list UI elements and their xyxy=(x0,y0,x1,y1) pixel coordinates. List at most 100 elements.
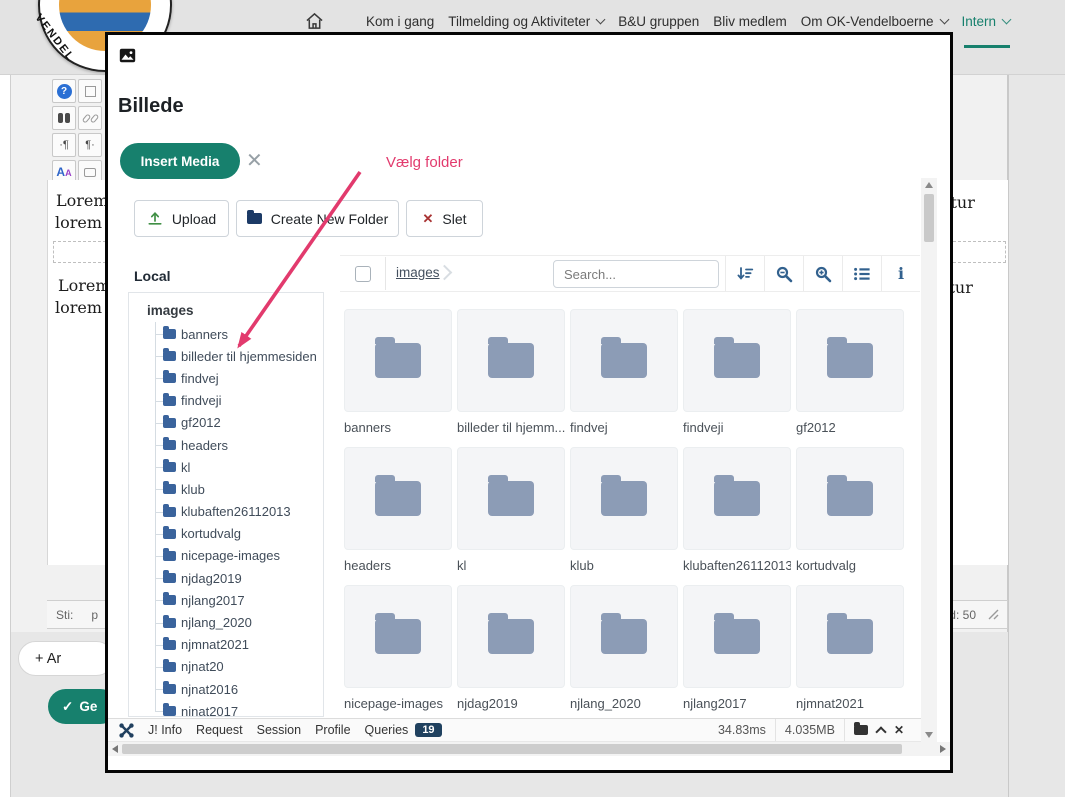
folder-tile[interactable]: banners xyxy=(344,309,452,435)
editor-unlink-button[interactable] xyxy=(78,106,102,130)
broken-link-icon xyxy=(84,114,97,123)
editor-find-button[interactable] xyxy=(52,106,76,130)
tree-item[interactable]: njmnat2021 xyxy=(163,634,317,656)
tree-item[interactable]: klub xyxy=(163,478,317,500)
article-button-label: + Ar xyxy=(35,651,61,667)
tree-item-label: njmnat2021 xyxy=(181,637,249,652)
info-button[interactable]: i xyxy=(881,256,920,291)
zoom-in-button[interactable] xyxy=(803,256,842,291)
folder-open-icon[interactable] xyxy=(854,725,868,735)
info-icon: i xyxy=(898,266,904,282)
article-button[interactable]: + Ar xyxy=(18,641,114,676)
vscroll-thumb[interactable] xyxy=(924,194,934,242)
tree-item[interactable]: billeder til hjemmesiden xyxy=(163,345,317,367)
tree-item[interactable]: njnat2017 xyxy=(163,700,317,717)
upload-icon xyxy=(147,211,163,226)
tree-item[interactable]: banners xyxy=(163,323,317,345)
editor-ltr-button[interactable]: ·¶ xyxy=(52,133,76,157)
nav-item-0[interactable]: Kom i gang xyxy=(366,14,434,29)
debug-link[interactable]: Queries xyxy=(365,723,409,737)
debug-metrics: 34.83ms 4.035MB ✕ xyxy=(709,719,913,741)
tree-item[interactable]: njlang_2020 xyxy=(163,611,317,633)
folder-tile[interactable]: findvej xyxy=(570,309,678,435)
folder-tile-label: kortudvalg xyxy=(796,558,904,573)
debug-link[interactable]: J! Info xyxy=(148,723,182,737)
select-all-checkbox[interactable] xyxy=(355,266,371,282)
folder-tile[interactable]: headers xyxy=(344,447,452,573)
scroll-up-arrow[interactable] xyxy=(925,182,933,188)
tree-item[interactable]: findveji xyxy=(163,390,317,412)
view-controls: i xyxy=(725,256,920,291)
debug-link[interactable]: Profile xyxy=(315,723,350,737)
nav-item-2[interactable]: B&U gruppen xyxy=(618,14,699,29)
folder-tile[interactable]: njlang_2020 xyxy=(570,585,678,711)
folder-tile-label: billeder til hjemm... xyxy=(457,420,565,435)
folder-icon xyxy=(163,618,176,628)
editor-rtl-button[interactable]: ¶· xyxy=(78,133,102,157)
folder-tile[interactable]: njlang2017 xyxy=(683,585,791,711)
folder-tile-thumb xyxy=(683,309,791,412)
resize-grip[interactable] xyxy=(988,609,999,620)
tree-item-label: njnat2016 xyxy=(181,682,238,697)
close-icon[interactable]: ✕ xyxy=(246,148,263,173)
folder-tile[interactable]: klub xyxy=(570,447,678,573)
list-view-button[interactable] xyxy=(842,256,881,291)
chevron-down-icon xyxy=(1002,14,1012,24)
nav-item-3[interactable]: Bliv medlem xyxy=(713,14,787,29)
insert-media-button[interactable]: Insert Media xyxy=(120,143,240,179)
path-value: p xyxy=(91,608,98,622)
tree-item[interactable]: njlang2017 xyxy=(163,589,317,611)
nav-item-4[interactable]: Om OK-Vendelboerne xyxy=(801,14,948,29)
tree-item[interactable]: findvej xyxy=(163,367,317,389)
folder-tile[interactable]: kl xyxy=(457,447,565,573)
create-folder-button[interactable]: Create New Folder xyxy=(236,200,399,237)
debug-link[interactable]: Request xyxy=(196,723,243,737)
tree-item[interactable]: gf2012 xyxy=(163,412,317,434)
editor-block-button[interactable] xyxy=(78,79,102,103)
nav-item-1[interactable]: Tilmelding og Aktiviteter xyxy=(448,14,604,29)
scroll-left-arrow[interactable] xyxy=(112,745,118,753)
nav-item-label: Tilmelding og Aktiviteter xyxy=(448,14,590,29)
magnifier-minus-icon xyxy=(775,265,793,283)
tree-item[interactable]: klubaften26112013 xyxy=(163,501,317,523)
folder-tile[interactable]: klubaften26112013 xyxy=(683,447,791,573)
close-debug-icon[interactable]: ✕ xyxy=(894,723,904,737)
editor-help-button[interactable]: ? xyxy=(52,79,76,103)
folder-icon xyxy=(827,343,873,378)
tree-item[interactable]: njnat20 xyxy=(163,656,317,678)
tree-root-images[interactable]: images xyxy=(147,303,194,318)
vertical-scrollbar[interactable] xyxy=(921,178,937,742)
folder-tile[interactable]: gf2012 xyxy=(796,309,904,435)
folder-tile[interactable]: njdag2019 xyxy=(457,585,565,711)
nav-item-5[interactable]: Intern xyxy=(961,14,1010,29)
folder-icon xyxy=(714,619,760,654)
folder-icon xyxy=(375,619,421,654)
folder-tile-label: findvej xyxy=(570,420,678,435)
breadcrumb-images-link[interactable]: images xyxy=(396,265,440,280)
zoom-out-button[interactable] xyxy=(764,256,803,291)
folder-tile[interactable]: njmnat2021 xyxy=(796,585,904,711)
tree-item[interactable]: nicepage-images xyxy=(163,545,317,567)
folder-tile[interactable]: billeder til hjemm... xyxy=(457,309,565,435)
tree-item-label: billeder til hjemmesiden xyxy=(181,349,317,364)
hscroll-thumb[interactable] xyxy=(122,744,902,754)
upload-button[interactable]: Upload xyxy=(134,200,229,237)
scroll-down-arrow[interactable] xyxy=(925,732,933,738)
media-actions: Upload Create New Folder ✕ Slet xyxy=(134,200,483,237)
tree-item[interactable]: kortudvalg xyxy=(163,523,317,545)
delete-button[interactable]: ✕ Slet xyxy=(406,200,483,237)
sort-button[interactable] xyxy=(725,256,764,291)
home-icon[interactable] xyxy=(305,12,324,30)
horizontal-scrollbar[interactable] xyxy=(108,742,950,756)
folder-tile[interactable]: findveji xyxy=(683,309,791,435)
folder-tile[interactable]: kortudvalg xyxy=(796,447,904,573)
tree-item[interactable]: njdag2019 xyxy=(163,567,317,589)
collapse-icon[interactable] xyxy=(875,726,886,737)
debug-link[interactable]: Session xyxy=(257,723,301,737)
search-input[interactable] xyxy=(553,260,719,288)
folder-tile[interactable]: nicepage-images xyxy=(344,585,452,711)
scroll-right-arrow[interactable] xyxy=(940,745,946,753)
tree-item[interactable]: kl xyxy=(163,456,317,478)
tree-item[interactable]: njnat2016 xyxy=(163,678,317,700)
tree-item[interactable]: headers xyxy=(163,434,317,456)
